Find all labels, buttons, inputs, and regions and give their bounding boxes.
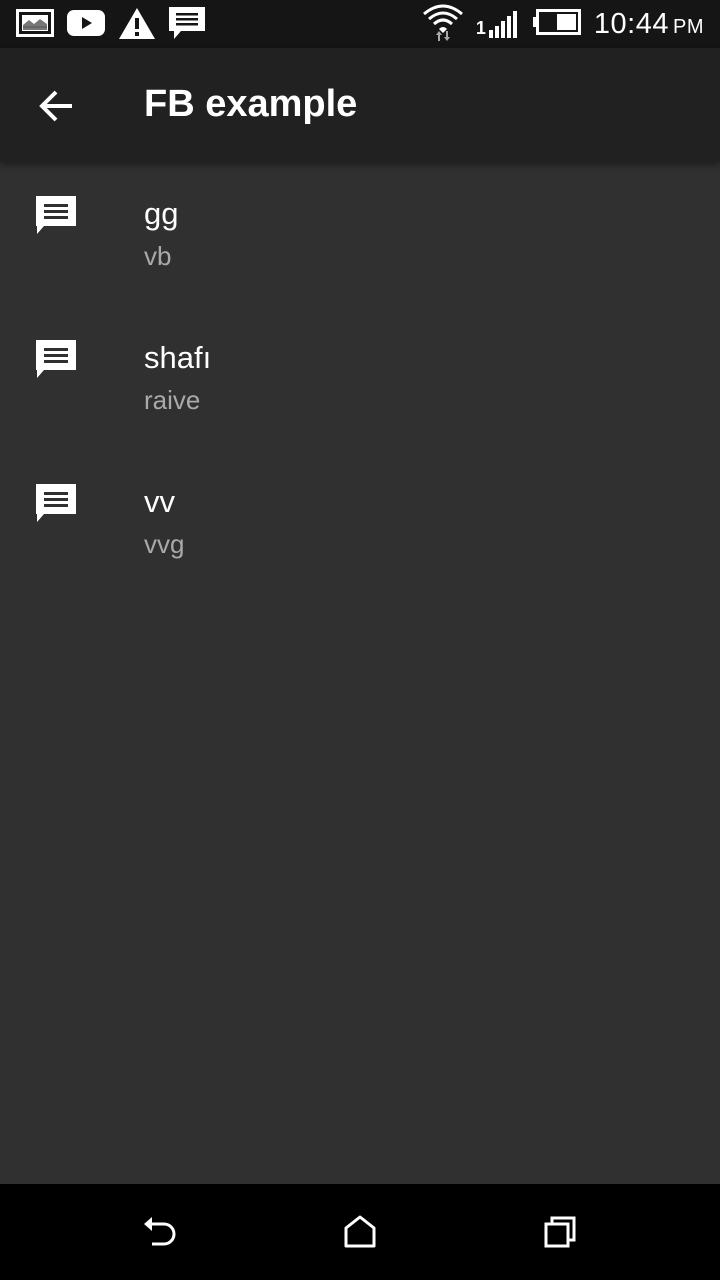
message-list: gg vb shafı raive vv vvg bbox=[0, 162, 720, 594]
list-item[interactable]: vv vvg bbox=[0, 450, 720, 594]
message-icon bbox=[168, 6, 206, 45]
message-icon bbox=[36, 196, 76, 234]
back-button[interactable] bbox=[24, 74, 88, 138]
system-icons: 1 10:44 PM bbox=[422, 4, 704, 44]
status-bar: 1 10:44 PM bbox=[0, 0, 720, 48]
list-item-title: vv bbox=[144, 484, 175, 519]
list-item-title: shafı bbox=[144, 340, 212, 375]
list-item-subtitle: raive bbox=[144, 385, 201, 415]
signal-icon: 1 bbox=[476, 9, 520, 39]
recents-icon bbox=[544, 1216, 576, 1248]
warning-icon bbox=[118, 6, 156, 45]
clock-time: 10:44 bbox=[593, 7, 669, 40]
nav-home-button[interactable] bbox=[336, 1208, 384, 1256]
youtube-icon bbox=[66, 8, 106, 43]
message-icon bbox=[36, 340, 76, 378]
wifi-icon bbox=[422, 2, 464, 47]
back-icon bbox=[144, 1217, 176, 1246]
home-icon bbox=[344, 1215, 376, 1248]
image-icon bbox=[16, 8, 54, 43]
clock-ampm: PM bbox=[673, 15, 704, 38]
arrow-back-icon bbox=[39, 90, 72, 122]
message-icon bbox=[36, 484, 76, 522]
list-item-subtitle: vb bbox=[144, 241, 172, 271]
list-item[interactable]: shafı raive bbox=[0, 306, 720, 450]
nav-recents-button[interactable] bbox=[536, 1208, 584, 1256]
list-item-subtitle: vvg bbox=[144, 529, 185, 559]
battery-icon bbox=[532, 8, 582, 41]
nav-back-button[interactable] bbox=[136, 1208, 184, 1256]
list-item[interactable]: gg vb bbox=[0, 162, 720, 306]
clock: 10:44 PM bbox=[594, 8, 704, 41]
page-title: FB example bbox=[144, 83, 358, 125]
list-item-title: gg bbox=[144, 196, 179, 231]
notification-icons bbox=[16, 6, 206, 45]
app-toolbar: FB example bbox=[0, 48, 720, 162]
navigation-bar bbox=[0, 1184, 720, 1280]
